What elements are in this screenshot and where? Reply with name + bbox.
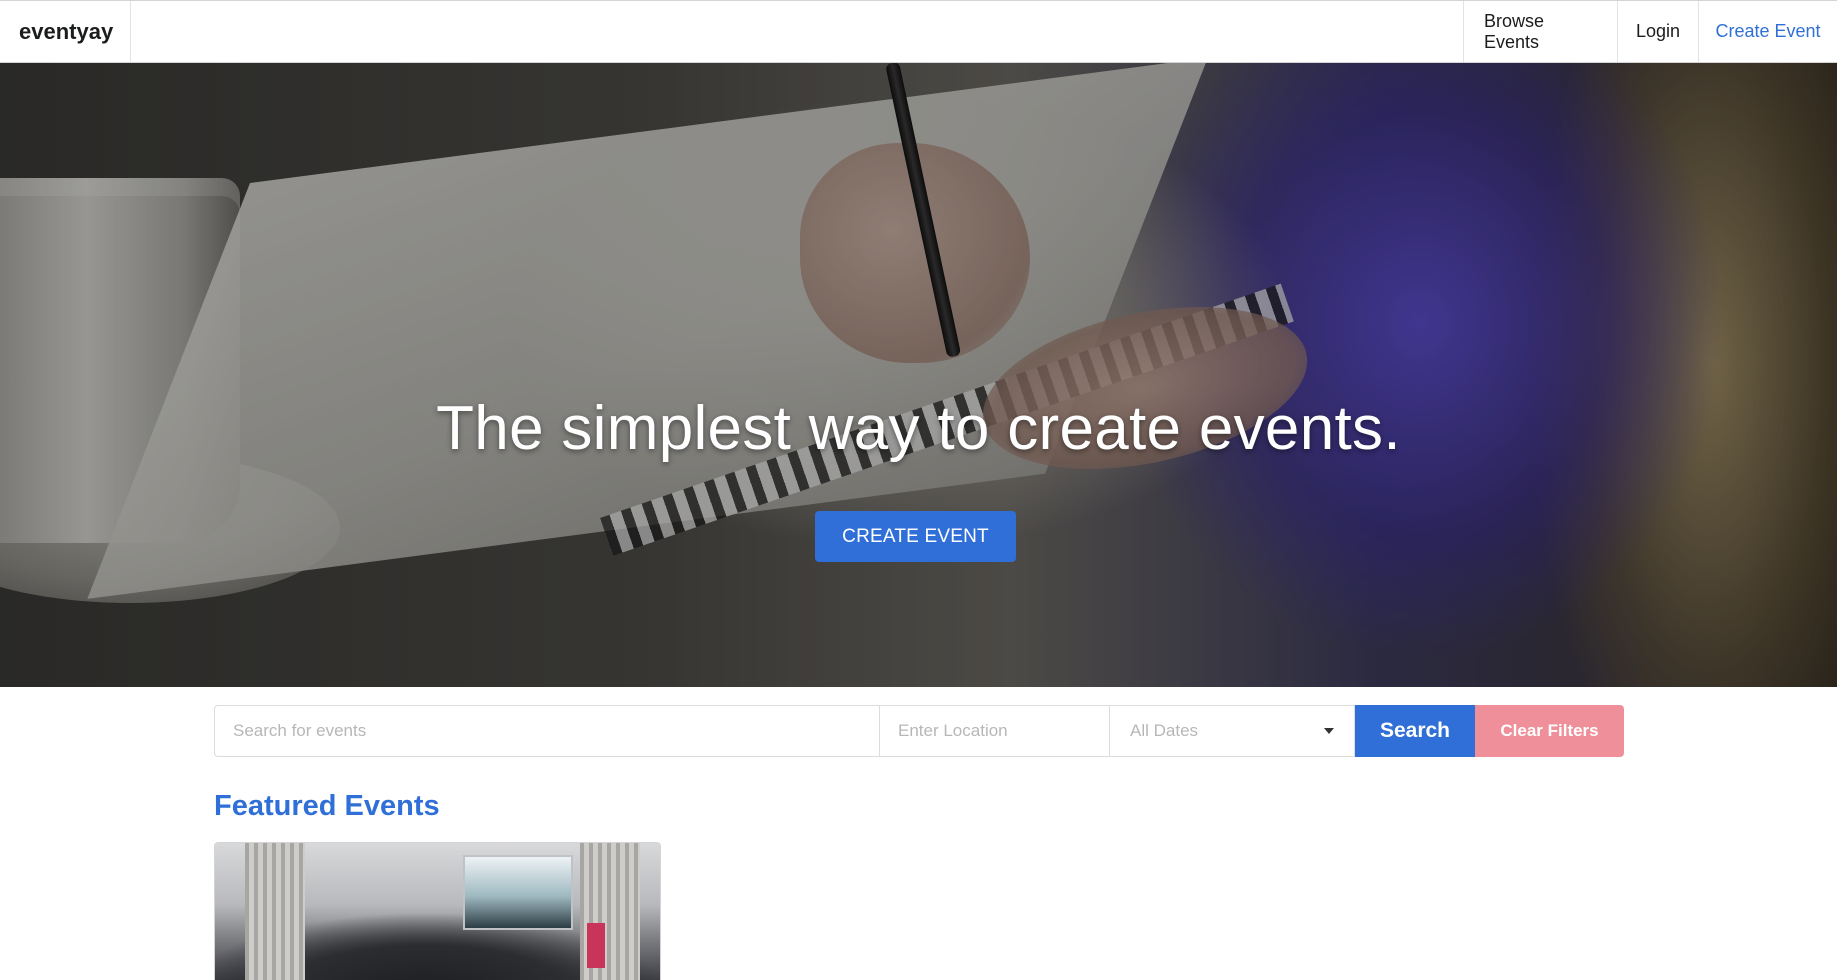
hero-title: The simplest way to create events. (436, 394, 1401, 463)
nav-browse-events[interactable]: Browse Events (1463, 1, 1617, 62)
hero-banner: The simplest way to create events. CREAT… (0, 63, 1837, 687)
event-image-screen (463, 855, 573, 930)
brand-logo[interactable]: eventyay (0, 1, 131, 62)
event-image-banner (587, 923, 605, 968)
event-card[interactable] (214, 842, 661, 980)
search-bar: Search for events Enter Location All Dat… (214, 705, 1624, 757)
featured-events-heading: Featured Events (214, 790, 440, 822)
create-event-button[interactable]: CREATE EVENT (815, 511, 1016, 562)
location-input[interactable]: Enter Location (880, 705, 1110, 757)
search-input[interactable]: Search for events (214, 705, 880, 757)
event-image-curtain-left (245, 843, 305, 980)
clear-filters-button[interactable]: Clear Filters (1475, 705, 1624, 757)
dates-dropdown[interactable]: All Dates (1110, 705, 1355, 757)
chevron-down-icon (1324, 728, 1334, 734)
search-button[interactable]: Search (1355, 705, 1475, 757)
nav-login[interactable]: Login (1617, 1, 1698, 62)
event-card-image (215, 843, 660, 980)
nav-create-event[interactable]: Create Event (1698, 1, 1837, 62)
hero-overlay (0, 63, 1837, 687)
top-nav: eventyay Browse Events Login Create Even… (0, 0, 1837, 63)
dates-dropdown-value: All Dates (1130, 721, 1199, 740)
